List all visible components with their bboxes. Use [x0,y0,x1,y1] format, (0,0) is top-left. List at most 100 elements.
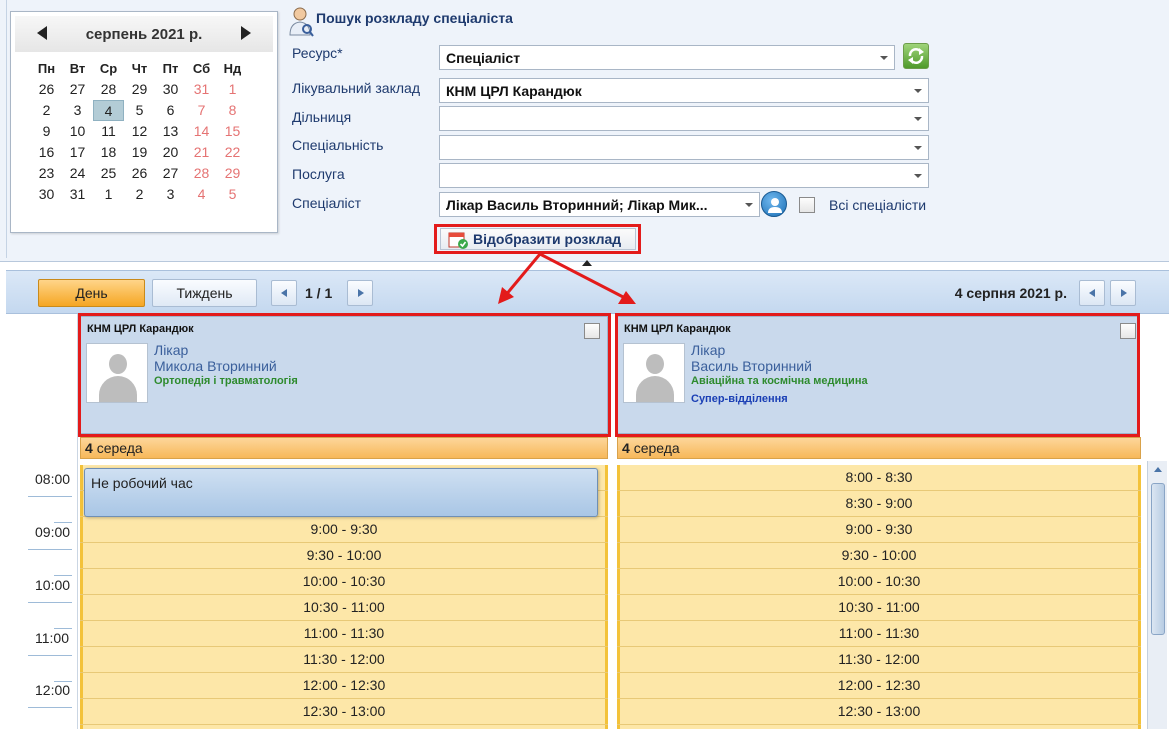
scroll-up-icon[interactable] [1150,463,1166,477]
calendar-day[interactable]: 1 [217,79,248,100]
weekday-label: Пн [37,61,56,76]
time-slot[interactable]: 9:30 - 10:00 [80,543,608,569]
hour-line [28,496,72,497]
calendar-day[interactable]: 30 [31,184,62,205]
calendar-day[interactable]: 3 [155,184,186,205]
calendar-day[interactable]: 25 [93,163,124,184]
calendar-day[interactable]: 22 [217,142,248,163]
show-schedule-button[interactable]: Відобразити розклад [440,228,636,250]
calendar-day[interactable]: 15 [217,121,248,142]
chevron-right-icon [1121,289,1127,297]
calendar-day[interactable]: 31 [62,184,93,205]
calendar-day[interactable]: 4 [186,184,217,205]
facility-select[interactable]: КНМ ЦРЛ Карандюк [439,78,929,103]
service-select[interactable] [439,163,929,188]
calendar-day[interactable]: 27 [155,163,186,184]
calendar-day[interactable]: 16 [31,142,62,163]
calendar-day[interactable]: 5 [217,184,248,205]
time-slot[interactable]: 10:00 - 10:30 [80,569,608,595]
calendar-day[interactable]: 23 [31,163,62,184]
day-view-button[interactable]: День [38,279,145,307]
specialty-select[interactable] [439,135,929,160]
prev-date-button[interactable] [1079,280,1105,306]
calendar-day[interactable]: 20 [155,142,186,163]
day-bar-1: 4 середа [80,437,608,459]
time-slot[interactable]: 12:30 - 13:00 [617,699,1141,725]
calendar-day[interactable]: 9 [31,121,62,142]
calendar-day[interactable]: 31 [186,79,217,100]
page-indicator: 1 / 1 [305,285,333,301]
calendar-day[interactable]: 24 [62,163,93,184]
calendar-day[interactable]: 29 [217,163,248,184]
calendar-day[interactable]: 26 [124,163,155,184]
calendar-day[interactable]: 14 [186,121,217,142]
chevron-down-icon [914,117,922,121]
district-select[interactable] [439,106,929,131]
calendar-day[interactable]: 8 [217,100,248,121]
calendar-day[interactable]: 29 [124,79,155,100]
facility-label: Лікувальний заклад [292,80,420,96]
hour-line [28,655,72,656]
vertical-scrollbar[interactable] [1147,461,1167,729]
slots-column-2: 8:00 - 8:30 8:30 - 9:00 9:00 - 9:30 9:30… [617,465,1141,729]
calendar-day[interactable]: 10 [62,121,93,142]
chevron-right-icon [358,289,364,297]
all-specialists-checkbox[interactable] [799,197,815,213]
calendar-day[interactable]: 3 [62,100,93,121]
weekday-label: Чт [131,61,148,76]
hour-label: 09:00 [35,524,71,540]
select-specialist-button[interactable] [761,191,787,217]
calendar-day[interactable]: 6 [155,100,186,121]
collapse-panel-icon[interactable] [582,260,592,266]
scroll-thumb[interactable] [1151,483,1165,635]
calendar-day[interactable]: 5 [124,100,155,121]
calendar-day-selected[interactable]: 4 [93,100,124,121]
calendar-day[interactable]: 26 [31,79,62,100]
time-slot[interactable]: 11:30 - 12:00 [617,647,1141,673]
calendar-day[interactable]: 7 [186,100,217,121]
calendar-day[interactable]: 13 [155,121,186,142]
calendar-day[interactable]: 12 [124,121,155,142]
time-slot[interactable]: 10:30 - 11:00 [617,595,1141,621]
prev-page-button[interactable] [271,280,297,306]
calendar-day[interactable]: 30 [155,79,186,100]
time-slot[interactable]: 12:00 - 12:30 [617,673,1141,699]
week-view-button[interactable]: Тиждень [152,279,257,307]
time-slot[interactable]: 9:00 - 9:30 [617,517,1141,543]
non-working-block[interactable]: Не робочий час [84,468,598,517]
time-slot[interactable]: 11:00 - 11:30 [617,621,1141,647]
specialist-select[interactable]: Лікар Василь Вторинний; Лікар Мик... [439,192,760,217]
calendar-week-row: 16 17 18 19 20 21 22 [31,142,248,163]
calendar-day[interactable]: 28 [93,79,124,100]
calendar-day[interactable]: 19 [124,142,155,163]
time-slot[interactable]: 9:00 - 9:30 [80,517,608,543]
calendar-day[interactable]: 18 [93,142,124,163]
calendar-day[interactable]: 21 [186,142,217,163]
time-slot[interactable]: 10:30 - 11:00 [80,595,608,621]
time-slot[interactable]: 8:00 - 8:30 [617,465,1141,491]
resource-select[interactable]: Спеціаліст [439,45,895,70]
time-slot[interactable]: 10:00 - 10:30 [617,569,1141,595]
time-slot[interactable]: 8:30 - 9:00 [617,491,1141,517]
refresh-button[interactable] [903,43,929,69]
time-slot[interactable]: 11:00 - 11:30 [80,621,608,647]
half-hour-line [54,575,72,576]
resource-value: Спеціаліст [446,50,521,66]
calendar-day[interactable]: 28 [186,163,217,184]
time-slot[interactable]: 11:30 - 12:00 [80,647,608,673]
calendar-day[interactable]: 2 [31,100,62,121]
next-date-button[interactable] [1110,280,1136,306]
calendar-week-row: 23 24 25 26 27 28 29 [31,163,248,184]
calendar-day[interactable]: 2 [124,184,155,205]
chevron-down-icon [914,146,922,150]
time-slot[interactable]: 12:00 - 12:30 [80,673,608,699]
next-page-button[interactable] [347,280,373,306]
calendar-day[interactable]: 17 [62,142,93,163]
time-slot[interactable]: 9:30 - 10:00 [617,543,1141,569]
month-calendar: серпень 2021 р. Пн Вт Ср Чт Пт Сб Нд 26 … [10,11,278,233]
time-slot[interactable]: 12:30 - 13:00 [80,699,608,725]
next-month-icon[interactable] [241,26,251,40]
calendar-day[interactable]: 1 [93,184,124,205]
calendar-day[interactable]: 27 [62,79,93,100]
calendar-day[interactable]: 11 [93,121,124,142]
